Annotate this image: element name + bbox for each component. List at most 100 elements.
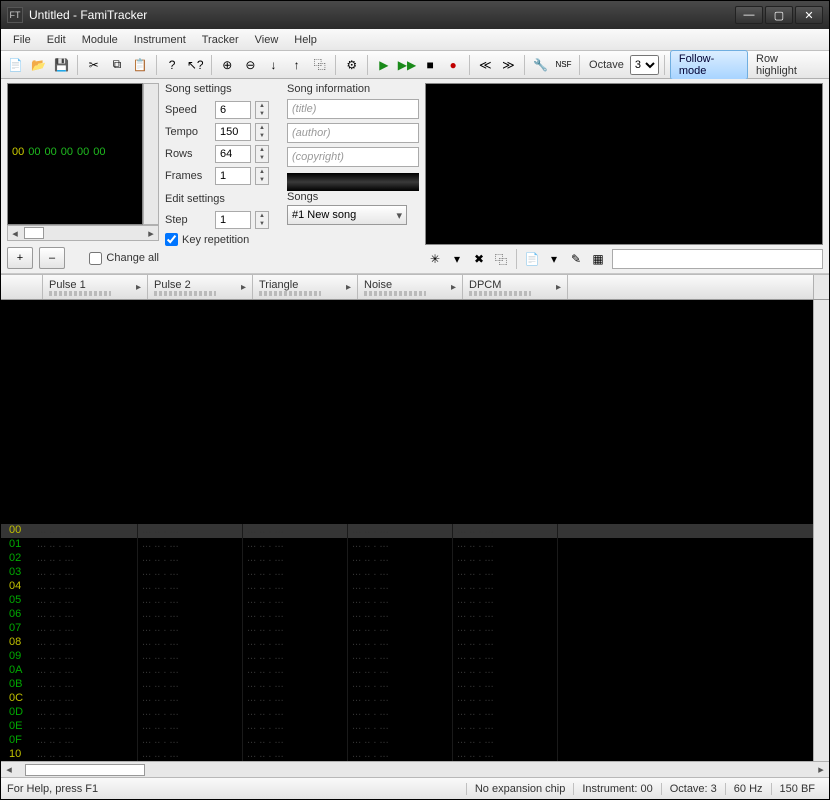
pattern-row[interactable]: 0B... .. . ...... .. . ...... .. . .....… bbox=[1, 678, 813, 692]
visualizer bbox=[425, 83, 823, 245]
frame-hscroll[interactable]: ◂▸ bbox=[7, 225, 159, 241]
pattern-row[interactable]: 03... .. . ...... .. . ...... .. . .....… bbox=[1, 566, 813, 580]
step-label: Step bbox=[165, 214, 211, 226]
menu-tracker[interactable]: Tracker bbox=[194, 31, 247, 49]
help-icon[interactable]: ? bbox=[162, 54, 183, 76]
frame-vscroll[interactable] bbox=[143, 83, 159, 225]
frames-input[interactable] bbox=[215, 167, 251, 185]
pattern-row[interactable]: 09... .. . ...... .. . ...... .. . .....… bbox=[1, 650, 813, 664]
tempo-spinner-icon[interactable]: ▲▼ bbox=[255, 123, 269, 141]
inst-edit-icon[interactable]: ✎ bbox=[566, 249, 586, 269]
pattern-row[interactable]: 0D... .. . ...... .. . ...... .. . .....… bbox=[1, 706, 813, 720]
move-down-icon[interactable]: ↓ bbox=[263, 54, 284, 76]
change-all-checkbox[interactable]: Change all bbox=[89, 252, 159, 265]
follow-mode-button[interactable]: Follow-mode bbox=[670, 50, 748, 80]
channel-triangle[interactable]: Triangle▸ bbox=[253, 275, 358, 299]
menu-help[interactable]: Help bbox=[286, 31, 325, 49]
step-input[interactable] bbox=[215, 211, 251, 229]
row-highlight-label[interactable]: Row highlight bbox=[750, 53, 825, 77]
pattern-row[interactable]: 0C... .. . ...... .. . ...... .. . .....… bbox=[1, 692, 813, 706]
pattern-row[interactable]: 00... .. . ...... .. . ...... .. . .....… bbox=[1, 524, 813, 538]
paste-icon[interactable]: 📋 bbox=[130, 54, 151, 76]
minimize-button[interactable]: — bbox=[735, 6, 763, 24]
rewind-icon[interactable]: ≪ bbox=[475, 54, 496, 76]
menu-instrument[interactable]: Instrument bbox=[126, 31, 194, 49]
tempo-input[interactable] bbox=[215, 123, 251, 141]
status-instrument: Instrument: 00 bbox=[573, 783, 660, 795]
remove-frame-icon[interactable]: ⊖ bbox=[240, 54, 261, 76]
songs-label: Songs bbox=[287, 191, 419, 203]
nsf-icon[interactable]: NSF bbox=[553, 54, 574, 76]
rows-spinner-icon[interactable]: ▲▼ bbox=[255, 145, 269, 163]
song-author-input[interactable]: (author) bbox=[287, 123, 419, 143]
pattern-row[interactable]: 04... .. . ...... .. . ...... .. . .....… bbox=[1, 580, 813, 594]
octave-select[interactable]: 3 bbox=[630, 55, 659, 75]
close-button[interactable]: ✕ bbox=[795, 6, 823, 24]
speed-input[interactable] bbox=[215, 101, 251, 119]
menu-view[interactable]: View bbox=[247, 31, 287, 49]
key-repetition-checkbox[interactable]: Key repetition bbox=[165, 233, 281, 246]
inst-delete-icon[interactable]: ✖ bbox=[469, 249, 489, 269]
channel-pulse1[interactable]: Pulse 1▸ bbox=[43, 275, 148, 299]
record-icon[interactable]: ● bbox=[443, 54, 464, 76]
pattern-hscroll[interactable]: ◂▸ bbox=[1, 761, 829, 777]
frames-spinner-icon[interactable]: ▲▼ bbox=[255, 167, 269, 185]
cut-icon[interactable]: ✂ bbox=[83, 54, 104, 76]
inst-arrow-icon[interactable]: ▾ bbox=[447, 249, 467, 269]
forward-icon[interactable]: ≫ bbox=[498, 54, 519, 76]
play-loop-icon[interactable]: ▶▶ bbox=[396, 54, 417, 76]
pattern-vscroll[interactable] bbox=[813, 300, 829, 761]
pattern-editor[interactable]: 00... .. . ...... .. . ...... .. . .....… bbox=[1, 300, 813, 761]
stop-icon[interactable]: ■ bbox=[420, 54, 441, 76]
pattern-row[interactable]: 02... .. . ...... .. . ...... .. . .....… bbox=[1, 552, 813, 566]
channel-pulse2[interactable]: Pulse 2▸ bbox=[148, 275, 253, 299]
module-properties-icon[interactable]: 🔧 bbox=[530, 54, 551, 76]
move-up-icon[interactable]: ↑ bbox=[286, 54, 307, 76]
copy-icon[interactable]: ⧉ bbox=[106, 54, 127, 76]
menu-module[interactable]: Module bbox=[74, 31, 126, 49]
cursor-icon[interactable]: ↖? bbox=[185, 54, 206, 76]
pattern-row[interactable]: 01... .. . ...... .. . ...... .. . .....… bbox=[1, 538, 813, 552]
instrument-name-input[interactable] bbox=[612, 249, 823, 269]
inst-save-icon[interactable]: ▾ bbox=[544, 249, 564, 269]
inst-clone-icon[interactable]: ⿻ bbox=[491, 249, 511, 269]
new-icon[interactable]: 📄 bbox=[5, 54, 26, 76]
inst-prop-icon[interactable]: ▦ bbox=[588, 249, 608, 269]
channel-noise[interactable]: Noise▸ bbox=[358, 275, 463, 299]
instrument-toolbar: ✳ ▾ ✖ ⿻ 📄 ▾ ✎ ▦ bbox=[425, 249, 608, 269]
tempo-label: Tempo bbox=[165, 126, 211, 138]
frame-remove-button[interactable]: – bbox=[39, 247, 65, 269]
channel-dpcm[interactable]: DPCM▸ bbox=[463, 275, 568, 299]
add-frame-icon[interactable]: ⊕ bbox=[217, 54, 238, 76]
duplicate-icon[interactable]: ⿻ bbox=[309, 54, 330, 76]
step-spinner-icon[interactable]: ▲▼ bbox=[255, 211, 269, 229]
pattern-row[interactable]: 08... .. . ...... .. . ...... .. . .....… bbox=[1, 636, 813, 650]
pattern-row[interactable]: 05... .. . ...... .. . ...... .. . .....… bbox=[1, 594, 813, 608]
pattern-row[interactable]: 06... .. . ...... .. . ...... .. . .....… bbox=[1, 608, 813, 622]
speed-spinner-icon[interactable]: ▲▼ bbox=[255, 101, 269, 119]
pattern-row[interactable]: 07... .. . ...... .. . ...... .. . .....… bbox=[1, 622, 813, 636]
frame-add-button[interactable]: + bbox=[7, 247, 33, 269]
edit-settings-title: Edit settings bbox=[165, 193, 281, 205]
pattern-row[interactable]: 0F... .. . ...... .. . ...... .. . .....… bbox=[1, 734, 813, 748]
frame-editor[interactable]: 00 00 00 00 00 00 bbox=[7, 83, 143, 225]
pattern-row[interactable]: 0A... .. . ...... .. . ...... .. . .....… bbox=[1, 664, 813, 678]
inst-new-icon[interactable]: ✳ bbox=[425, 249, 445, 269]
rows-label: Rows bbox=[165, 148, 211, 160]
save-icon[interactable]: 💾 bbox=[51, 54, 72, 76]
inst-load-icon[interactable]: 📄 bbox=[522, 249, 542, 269]
open-icon[interactable]: 📂 bbox=[28, 54, 49, 76]
frame-index: 00 bbox=[12, 146, 24, 158]
maximize-button[interactable]: ▢ bbox=[765, 6, 793, 24]
rows-input[interactable] bbox=[215, 145, 251, 163]
song-title-input[interactable]: (title) bbox=[287, 99, 419, 119]
settings-icon[interactable]: ⚙ bbox=[341, 54, 362, 76]
song-copyright-input[interactable]: (copyright) bbox=[287, 147, 419, 167]
song-select[interactable]: #1 New song▾ bbox=[287, 205, 407, 225]
menu-edit[interactable]: Edit bbox=[39, 31, 74, 49]
pattern-row[interactable]: 0E... .. . ...... .. . ...... .. . .....… bbox=[1, 720, 813, 734]
pattern-row[interactable]: 10... .. . ...... .. . ...... .. . .....… bbox=[1, 748, 813, 761]
channel-vscroll-top[interactable] bbox=[813, 275, 829, 299]
menu-file[interactable]: File bbox=[5, 31, 39, 49]
play-icon[interactable]: ▶ bbox=[373, 54, 394, 76]
